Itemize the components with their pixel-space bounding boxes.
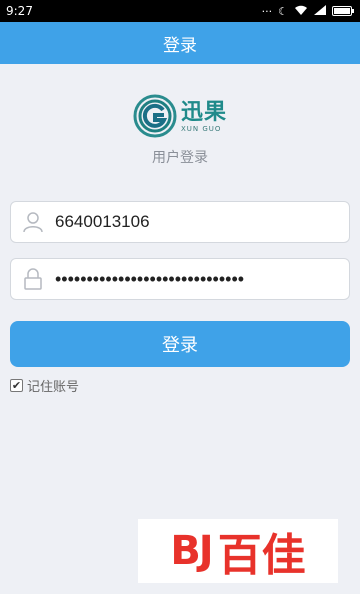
username-field[interactable] xyxy=(10,201,350,243)
status-bar: 9:27 ··· ☾ xyxy=(0,0,360,22)
login-subtitle: 用户登录 xyxy=(152,150,208,166)
username-input[interactable] xyxy=(55,202,335,242)
password-input[interactable] xyxy=(55,259,335,299)
login-button[interactable]: 登录 xyxy=(10,321,350,367)
dots-icon: ··· xyxy=(261,4,273,18)
page-title: 登录 xyxy=(163,35,197,56)
moon-icon: ☾ xyxy=(278,4,288,18)
logo-en: XUN GUO xyxy=(180,125,222,133)
user-icon xyxy=(11,202,55,242)
signal-icon xyxy=(314,5,326,17)
status-icons: ··· ☾ xyxy=(261,4,354,18)
status-time: 9:27 xyxy=(6,4,33,18)
watermark-logo: BJ 百佳 xyxy=(138,519,338,583)
wifi-icon xyxy=(294,5,308,18)
remember-checkbox[interactable]: ✔ xyxy=(10,379,23,392)
app-logo: 迅果 XUN GUO xyxy=(0,92,360,140)
logo-text: 迅果 XUN GUO xyxy=(181,99,227,133)
logo-mark-icon xyxy=(133,94,177,138)
remember-label: 记住账号 xyxy=(27,380,80,395)
lock-icon xyxy=(11,259,55,299)
title-bar: 登录 xyxy=(0,22,360,64)
password-field[interactable] xyxy=(10,258,350,300)
watermark-text: 百佳 xyxy=(217,530,306,581)
logo-cn: 迅果 xyxy=(180,99,227,125)
remember-account[interactable]: ✔ 记住账号 xyxy=(10,376,79,395)
watermark-mark: BJ xyxy=(170,528,213,574)
battery-icon xyxy=(332,6,354,16)
